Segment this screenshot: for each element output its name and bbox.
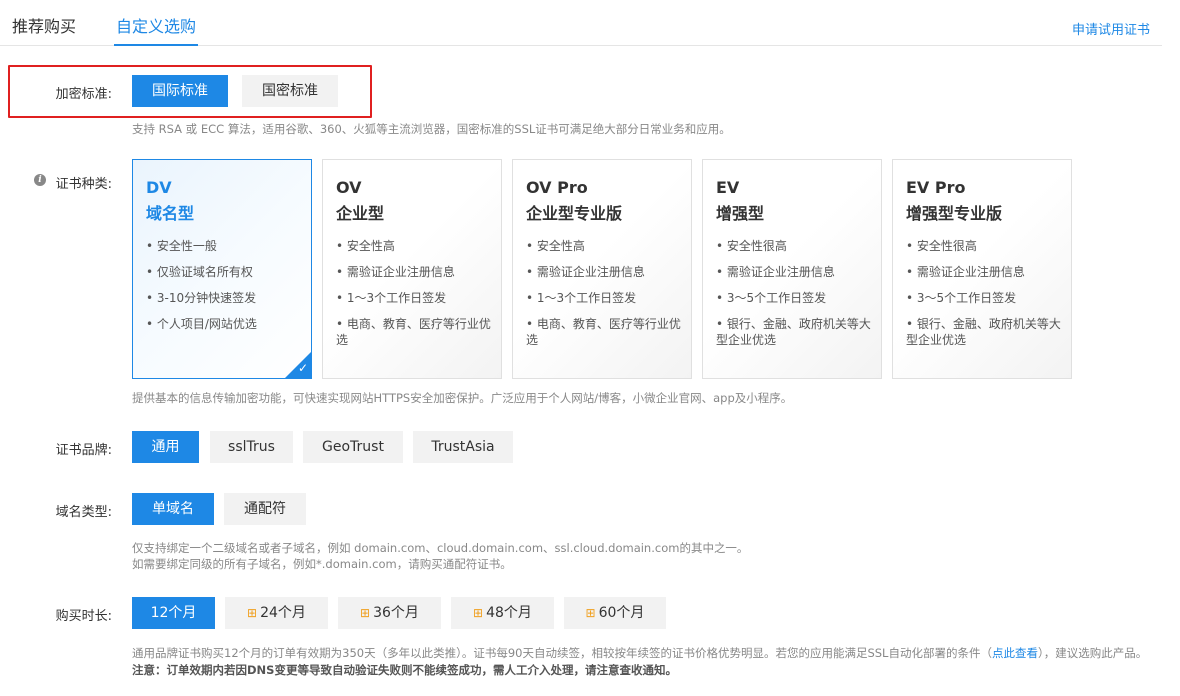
- cert-type-label: 证书种类:: [55, 177, 112, 192]
- gift-icon: ⊞: [585, 606, 596, 620]
- cert-card-features: • 安全性一般 • 仅验证域名所有权 • 3-10分钟快速签发 • 个人项目/网…: [146, 238, 303, 342]
- duration-option-label: 48个月: [486, 605, 532, 621]
- brand-option-ssltrus[interactable]: sslTrus: [210, 431, 293, 463]
- duration-option-label: 60个月: [598, 605, 645, 621]
- feature-item: • 需验证企业注册信息: [526, 265, 645, 279]
- duration-option-48[interactable]: ⊞ 48个月: [451, 597, 554, 629]
- notice-warning: 注意：订单效期内若因DNS变更等导致自动验证失败则不能续签成功，需人工介入处理，…: [132, 663, 677, 677]
- check-icon: ✓: [297, 361, 308, 375]
- feature-item: • 3～5个工作日签发: [716, 291, 827, 305]
- tab-custom[interactable]: 自定义选购: [113, 16, 199, 46]
- cert-card-name: 企业型: [336, 204, 385, 223]
- cert-card-name: 增强型专业版: [906, 204, 1003, 223]
- feature-item: • 电商、教育、医疗等行业优选: [526, 317, 681, 347]
- duration-option-12[interactable]: 12个月: [132, 597, 215, 629]
- duration-notice: 通用品牌证书购买12个月的订单有效期为350天（多年以此类推）。证书每90天自动…: [132, 645, 1162, 679]
- duration-option-label: 24个月: [260, 605, 306, 621]
- cert-card-ev-pro[interactable]: EV Pro 增强型专业版 • 安全性很高 • 需验证企业注册信息 • 3～5个…: [892, 159, 1072, 379]
- cert-card-ov[interactable]: OV 企业型 • 安全性高 • 需验证企业注册信息 • 1～3个工作日签发 • …: [322, 159, 502, 379]
- gift-icon: ⊞: [360, 606, 371, 620]
- cert-card-ov-pro[interactable]: OV Pro 企业型专业版 • 安全性高 • 需验证企业注册信息 • 1～3个工…: [512, 159, 692, 379]
- cert-card-code: OV Pro: [526, 178, 588, 197]
- cert-card-code: OV: [336, 178, 362, 197]
- encryption-hint: 支持 RSA 或 ECC 算法，适用谷歌、360、火狐等主流浏览器，国密标准的S…: [132, 122, 731, 136]
- cert-card-dv[interactable]: DV 域名型 • 安全性一般 • 仅验证域名所有权 • 3-10分钟快速签发 •…: [132, 159, 312, 379]
- notice-text: 通用品牌证书购买12个月的订单有效期为350天（多年以此类推）。证书每90天自动…: [132, 646, 992, 660]
- feature-item: • 银行、金融、政府机关等大型企业优选: [906, 317, 1061, 347]
- brand-option-geotrust[interactable]: GeoTrust: [303, 431, 403, 463]
- cert-card-features: • 安全性很高 • 需验证企业注册信息 • 3～5个工作日签发 • 银行、金融、…: [716, 238, 873, 358]
- view-here-link[interactable]: 点此查看: [992, 646, 1038, 660]
- brand-option-general[interactable]: 通用: [132, 431, 199, 463]
- duration-option-label: 12个月: [150, 605, 197, 621]
- encryption-label: 加密标准:: [55, 87, 112, 102]
- cert-card-name: 增强型: [716, 204, 765, 223]
- feature-item: • 安全性一般: [146, 239, 217, 253]
- feature-item: • 电商、教育、医疗等行业优选: [336, 317, 491, 347]
- domain-option-single[interactable]: 单域名: [132, 493, 214, 525]
- gift-icon: ⊞: [473, 606, 484, 620]
- feature-item: • 仅验证域名所有权: [146, 265, 253, 279]
- feature-item: • 安全性很高: [906, 239, 977, 253]
- feature-item: • 安全性很高: [716, 239, 787, 253]
- cert-card-ev[interactable]: EV 增强型 • 安全性很高 • 需验证企业注册信息 • 3～5个工作日签发 •…: [702, 159, 882, 379]
- feature-item: • 3-10分钟快速签发: [146, 291, 257, 305]
- domain-hint-line1: 仅支持绑定一个二级域名或者子域名，例如 domain.com、cloud.dom…: [132, 541, 749, 555]
- brand-option-trustasia[interactable]: TrustAsia: [413, 431, 513, 463]
- cert-card-features: • 安全性高 • 需验证企业注册信息 • 1～3个工作日签发 • 电商、教育、医…: [526, 238, 683, 358]
- cert-card-features: • 安全性很高 • 需验证企业注册信息 • 3～5个工作日签发 • 银行、金融、…: [906, 238, 1063, 358]
- duration-label: 购买时长:: [55, 609, 112, 624]
- cert-card-name: 企业型专业版: [526, 204, 623, 223]
- tab-bar: 推荐购买 自定义选购 申请试用证书: [0, 0, 1162, 46]
- feature-item: • 3～5个工作日签发: [906, 291, 1017, 305]
- feature-item: • 1～3个工作日签发: [336, 291, 447, 305]
- cert-card-code: EV Pro: [906, 178, 966, 197]
- feature-item: • 个人项目/网站优选: [146, 317, 257, 331]
- cert-card-name: 域名型: [146, 204, 195, 223]
- brand-label: 证书品牌:: [55, 443, 112, 458]
- domain-type-label: 域名类型:: [55, 505, 112, 520]
- feature-item: • 1～3个工作日签发: [526, 291, 637, 305]
- cert-card-code: EV: [716, 178, 740, 197]
- gift-icon: ⊞: [247, 606, 258, 620]
- cert-card-code: DV: [146, 178, 172, 197]
- encryption-option-national[interactable]: 国密标准: [242, 75, 338, 107]
- duration-option-24[interactable]: ⊞ 24个月: [225, 597, 328, 629]
- feature-item: • 需验证企业注册信息: [906, 265, 1025, 279]
- feature-item: • 安全性高: [526, 239, 585, 253]
- apply-trial-link[interactable]: 申请试用证书: [1072, 19, 1150, 38]
- encryption-option-international[interactable]: 国际标准: [132, 75, 228, 107]
- domain-hint-line2: 如需要绑定同级的所有子域名，例如*.domain.com，请购买通配符证书。: [132, 557, 512, 571]
- domain-option-wildcard[interactable]: 通配符: [224, 493, 306, 525]
- feature-item: • 需验证企业注册信息: [336, 265, 455, 279]
- tab-recommended[interactable]: 推荐购买: [12, 16, 76, 38]
- feature-item: • 需验证企业注册信息: [716, 265, 835, 279]
- feature-item: • 银行、金融、政府机关等大型企业优选: [716, 317, 871, 347]
- duration-option-label: 36个月: [373, 605, 419, 621]
- duration-option-60[interactable]: ⊞ 60个月: [564, 597, 666, 629]
- cert-type-hint: 提供基本的信息传输加密功能，可快速实现网站HTTPS安全加密保护。广泛应用于个人…: [132, 391, 793, 405]
- feature-item: • 安全性高: [336, 239, 395, 253]
- duration-option-36[interactable]: ⊞ 36个月: [338, 597, 441, 629]
- notice-text: ），建议选购此产品。: [1037, 646, 1148, 660]
- cert-card-features: • 安全性高 • 需验证企业注册信息 • 1～3个工作日签发 • 电商、教育、医…: [336, 238, 493, 358]
